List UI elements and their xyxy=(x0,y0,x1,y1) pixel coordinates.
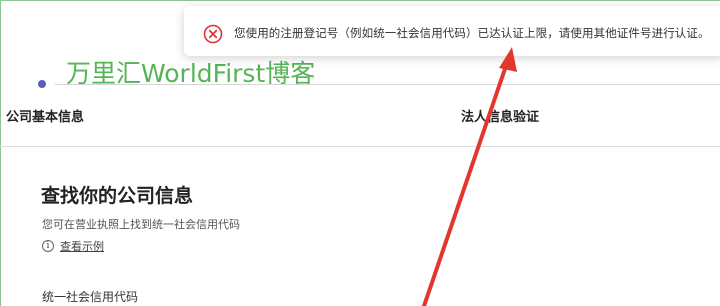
step-indicator-dot xyxy=(38,80,46,88)
view-example-link[interactable]: 查看示例 xyxy=(60,238,104,254)
toast-message: 您使用的注册登记号（例如统一社会信用代码）已达认证上限，请使用其他证件号进行认证… xyxy=(234,26,710,40)
view-example-row[interactable]: i 查看示例 xyxy=(42,238,104,254)
section-title: 查找你的公司信息 xyxy=(41,185,194,207)
step-company-info: 公司基本信息 xyxy=(6,110,85,125)
error-toast: 您使用的注册登记号（例如统一社会信用代码）已达认证上限，请使用其他证件号进行认证… xyxy=(184,6,720,56)
error-circle-icon xyxy=(203,24,223,44)
credit-code-label: 统一社会信用代码 xyxy=(42,290,139,304)
info-circle-icon: i xyxy=(42,240,54,252)
step-progress-line xyxy=(55,84,720,85)
step-legal-rep-verify: 法人信息验证 xyxy=(461,110,540,125)
section-subtitle: 您可在营业执照上找到统一社会信用代码 xyxy=(42,218,240,231)
divider xyxy=(0,146,720,147)
